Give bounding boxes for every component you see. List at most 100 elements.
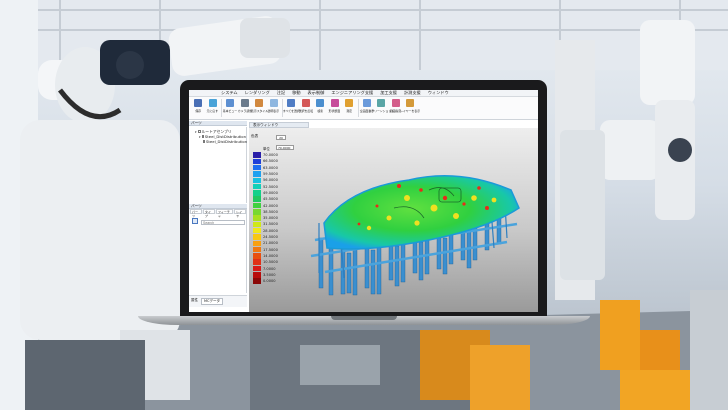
ribbon-button[interactable]: 透明表示: [267, 97, 282, 119]
ribbon-button-label: 選択を反転: [298, 109, 313, 113]
laptop-notch: [331, 316, 397, 320]
legend-swatch[interactable]: [253, 171, 261, 177]
legend-value: 49.0000: [263, 190, 278, 195]
properties-label: 属性: [191, 298, 198, 302]
ribbon-button[interactable]: 元に戻す: [206, 97, 221, 119]
legend-swatch[interactable]: [253, 240, 261, 247]
ribbon-button[interactable]: 保存: [191, 97, 206, 119]
viewport-tab-label: 表示ウィンドウ: [253, 123, 279, 127]
search-icon: [316, 99, 325, 107]
menu-display-control[interactable]: 表示制御: [308, 90, 325, 96]
legend-value: 3.5000: [263, 272, 276, 277]
legend-value: 66.5000: [263, 159, 278, 164]
legend-value: 63.0000: [263, 165, 278, 170]
legend-swatch[interactable]: [253, 183, 261, 190]
legend-swatch[interactable]: [253, 209, 261, 215]
legend-swatch[interactable]: [253, 234, 261, 240]
menu-engineering-support[interactable]: エンジニアリング支援: [331, 90, 373, 96]
tab-type[interactable]: タイプ: [202, 209, 215, 218]
legend-swatch[interactable]: [253, 190, 261, 196]
camera-icon: [240, 99, 249, 107]
parts-tab-strip: パーツ タイプ フィーチャ レイヤ: [189, 209, 246, 218]
ribbon-button[interactable]: 選択を反転: [299, 97, 314, 119]
legend-value: 28.0000: [263, 228, 278, 233]
legend-swatch[interactable]: [253, 164, 261, 171]
legend-swatch[interactable]: [253, 202, 261, 209]
visibility-checkbox[interactable]: [197, 130, 201, 133]
legend-swatch[interactable]: [253, 215, 261, 221]
expand-icon[interactable]: ▾: [195, 130, 197, 134]
ribbon-button-label: 検索: [317, 109, 324, 113]
legend-value: 14.0000: [263, 253, 278, 258]
legend-value: 70.0000: [263, 153, 278, 158]
ribbon-button-label: レイヤーを表示: [400, 109, 421, 113]
menu-machining-support[interactable]: 加工支援: [380, 90, 397, 96]
legend-swatch[interactable]: [253, 253, 261, 259]
grid-icon[interactable]: [192, 218, 198, 224]
legend-swatch[interactable]: [253, 177, 261, 184]
tab-layer[interactable]: レイヤ: [234, 209, 246, 218]
legend-swatch[interactable]: [253, 196, 261, 202]
cube-icon: [226, 99, 235, 107]
legend-swatch[interactable]: [253, 152, 261, 158]
legend-swatch[interactable]: [253, 221, 261, 228]
menu-measurement-support[interactable]: 計測支援: [404, 90, 421, 96]
ribbon-button-label: 測定: [346, 109, 353, 113]
tab-parts[interactable]: パーツ: [190, 209, 202, 218]
legend-swatch[interactable]: [253, 278, 261, 284]
ribbon-button[interactable]: スクリーンショット: [368, 97, 394, 119]
ribbon-button[interactable]: 形状断面: [328, 97, 343, 119]
menu-system[interactable]: システム: [221, 90, 238, 96]
select-all-icon: [287, 99, 296, 107]
legend-title: 色表: [251, 134, 259, 138]
legend-swatch[interactable]: [253, 246, 261, 253]
properties-bar: 属性 MCデータ: [189, 295, 247, 307]
legend-swatch[interactable]: [253, 227, 261, 234]
menu-move[interactable]: 移動: [292, 90, 300, 96]
screenshot-icon: [377, 99, 386, 107]
ribbon-button[interactable]: 表示スタイル: [250, 97, 268, 119]
menu-window[interactable]: ウィンドウ: [428, 90, 449, 96]
legend-swatch[interactable]: [253, 259, 261, 265]
ribbon-button[interactable]: 測定: [342, 97, 357, 119]
visibility-checkbox[interactable]: [203, 140, 205, 143]
tree-panel-header: パーツ: [189, 121, 247, 126]
legend-swatch[interactable]: [253, 265, 261, 272]
ribbon-button[interactable]: 基本ビュー: [223, 97, 238, 119]
legend-value: 38.5000: [263, 209, 278, 214]
visibility-checkbox[interactable]: [201, 135, 204, 138]
parts-panel: パーツ タイプ フィーチャ レイヤ: [189, 209, 247, 293]
menu-rendering[interactable]: レンダリング: [245, 90, 270, 96]
legend-max-field[interactable]: 70.0000: [276, 145, 294, 150]
ribbon-button-label: 元に戻す: [207, 109, 219, 113]
ribbon-button-label: 表示スタイル: [250, 109, 268, 113]
legend-value: 10.5000: [263, 260, 278, 265]
parts-panel-title: パーツ: [191, 204, 202, 208]
search-input[interactable]: [201, 220, 245, 225]
ribbon-toolbar: 保存 元に戻す 基本ビュー カメラ調整 表示スタイル 透明表示 すべてを選択 選択を反転 検索 形…: [189, 97, 538, 120]
section-icon: [330, 99, 339, 107]
ribbon-button[interactable]: 検索: [313, 97, 328, 119]
legend-swatch[interactable]: [253, 272, 261, 278]
tree-panel-title: パーツ: [191, 121, 202, 125]
tree-item-child[interactable]: Steel_DistDistribution: [195, 139, 248, 144]
ribbon-button[interactable]: すべてを選択: [282, 97, 300, 119]
tab-feature[interactable]: フィーチャ: [215, 209, 234, 218]
properties-value[interactable]: MCデータ: [201, 298, 223, 305]
ribbon-button[interactable]: カメラ調整: [238, 97, 253, 119]
transparency-icon: [269, 99, 278, 107]
menu-annotation[interactable]: 注記: [277, 90, 285, 96]
fullscreen-icon: [362, 99, 371, 107]
legend-swatch[interactable]: [253, 158, 261, 165]
ribbon-button-label: すべてを選択: [282, 109, 300, 113]
legend-count-field[interactable]: 20: [276, 135, 286, 140]
expand-icon[interactable]: ▾: [199, 135, 201, 139]
ribbon-button[interactable]: レイヤーを表示: [400, 97, 421, 119]
tree-item-label: Steel_DistDistribution: [206, 139, 248, 144]
color-legend: 色表 20 単位 70.0000 70.0000 66.5000 63.0000 59…: [250, 134, 300, 310]
layers-icon: [406, 99, 415, 107]
legend-value: 21.0000: [263, 241, 278, 246]
legend-value: 35.0000: [263, 216, 278, 221]
ribbon-button-label: 透明表示: [268, 109, 280, 113]
ribbon-button-label: 形状断面: [329, 109, 341, 113]
